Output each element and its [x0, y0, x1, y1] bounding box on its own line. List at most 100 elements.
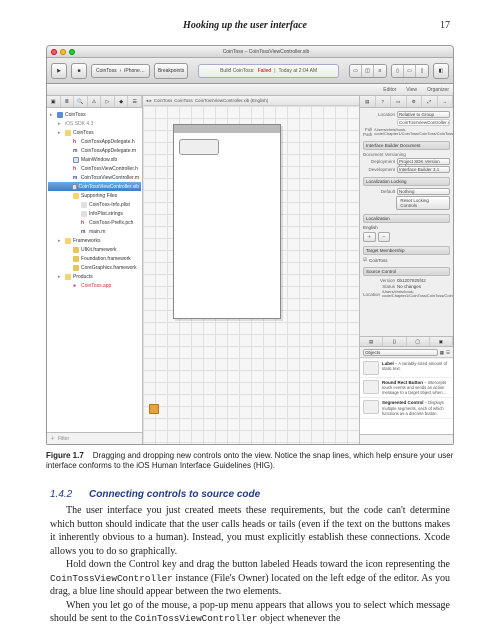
tree-row[interactable]: mCoinTossViewController.m [48, 173, 141, 182]
deployment-popup[interactable]: Project SDK Version (…) [397, 158, 450, 165]
outer-jumpbar: Editor View Organizer [47, 84, 453, 96]
code-snippets-icon[interactable]: {} [383, 337, 406, 346]
project-tree[interactable]: ▸CoinToss▸iOS SDK 4.3▸CoinTosshCoinTossA… [47, 108, 142, 432]
tree-row[interactable]: ▸CoinToss [48, 128, 141, 137]
search-nav-icon[interactable]: 🔍 [74, 96, 88, 107]
tree-row[interactable]: Supporting Files [48, 191, 141, 200]
tree-row[interactable]: Foundation.framework [48, 254, 141, 263]
scheme-selector[interactable]: CoinToss › iPhone… [91, 64, 150, 78]
library-item[interactable]: Segmented Control – Displays multiple se… [360, 398, 453, 418]
organizer-label: Organizer [427, 87, 449, 93]
disclosure-icon[interactable]: ▸ [58, 121, 63, 127]
size-inspector-icon[interactable]: ⤢ [422, 96, 438, 107]
impl-file-icon: m [73, 175, 79, 181]
library-list[interactable]: Label – A variably sized amount of stati… [360, 359, 453, 434]
tree-row[interactable]: ▸Frameworks [48, 236, 141, 245]
library-list-icon[interactable]: ☰ [446, 350, 450, 356]
library-tabs[interactable]: ▤ {} ◯ ▣ [360, 337, 453, 347]
tree-row[interactable]: CoinTossViewController.xib [48, 182, 141, 191]
navigator-filter[interactable]: ＋ Filter [47, 432, 142, 444]
body-text: The user interface you just created meet… [0, 504, 500, 626]
dragged-button-control[interactable] [179, 139, 219, 155]
jump-bar[interactable]: ◂ ▸ CoinToss CoinToss CoinTossViewContro… [143, 96, 359, 106]
tree-row[interactable]: ▸CoinToss [48, 110, 141, 119]
issue-nav-icon[interactable]: ⚠ [88, 96, 102, 107]
library-scope-popup[interactable]: Objects [363, 349, 438, 356]
view-segmented[interactable]: ▯ ▭ ▯ [391, 64, 429, 78]
tree-row[interactable]: ▸iOS SDK 4.3 [48, 119, 141, 128]
localization-row[interactable]: English [363, 225, 450, 230]
version-editor-icon[interactable]: ≡ [374, 65, 386, 77]
tree-row[interactable]: CoreGraphics.framework [48, 263, 141, 272]
disclosure-icon[interactable]: ▸ [58, 274, 63, 280]
quickhelp-inspector-icon[interactable]: ? [376, 96, 392, 107]
target-row[interactable]: ☑CoinToss [363, 257, 450, 263]
file-templates-icon[interactable]: ▤ [360, 337, 383, 346]
stop-button[interactable] [71, 63, 87, 79]
crumb-file[interactable]: CoinTossViewController.xib (English) [195, 98, 268, 103]
library-item[interactable]: Round Rect Button – Intercepts touch eve… [360, 378, 453, 398]
library-filter[interactable] [360, 434, 453, 444]
attributes-inspector-icon[interactable]: ⚙ [407, 96, 423, 107]
disclosure-icon[interactable]: ▸ [50, 112, 55, 118]
organizer-button[interactable]: ◧ [433, 63, 449, 79]
project-nav-icon[interactable]: ▣ [47, 96, 61, 107]
standard-editor-icon[interactable]: ▭ [350, 65, 362, 77]
tree-row[interactable]: mCoinTossAppDelegate.m [48, 146, 141, 155]
tree-row[interactable]: ▸Products [48, 272, 141, 281]
object-placeholder-icon[interactable] [149, 404, 159, 414]
file-inspector-icon[interactable]: ▤ [360, 96, 376, 107]
remove-localization-button[interactable]: － [378, 232, 391, 242]
figure-caption-text: Dragging and dropping new controls onto … [46, 451, 453, 470]
tree-label: CoinTossViewController.xib [79, 184, 140, 190]
media-library-icon[interactable]: ▣ [430, 337, 453, 346]
disclosure-icon[interactable]: ▸ [58, 130, 63, 136]
identity-inspector-icon[interactable]: ▭ [391, 96, 407, 107]
ib-canvas[interactable] [143, 106, 359, 444]
assistant-editor-icon[interactable]: ◫ [362, 65, 374, 77]
traffic-lights[interactable] [51, 49, 75, 55]
library-grid-icon[interactable]: ▦ [440, 350, 444, 356]
add-icon[interactable]: ＋ [50, 435, 55, 442]
connections-inspector-icon[interactable]: → [438, 96, 454, 107]
crumb-group[interactable]: CoinToss [174, 98, 193, 103]
objects-library-icon[interactable]: ◯ [407, 337, 430, 346]
tree-row[interactable]: mmain.m [48, 227, 141, 236]
tree-row[interactable]: hCoinTossViewController.h [48, 164, 141, 173]
tree-row[interactable]: UIKit.framework [48, 245, 141, 254]
toggle-debug-icon[interactable]: ▭ [404, 65, 416, 77]
zoom-icon[interactable] [69, 49, 75, 55]
log-nav-icon[interactable]: ☰ [128, 96, 142, 107]
header-file-icon: h [73, 139, 79, 145]
crumb-project[interactable]: CoinToss [154, 98, 173, 103]
toggle-navigator-icon[interactable]: ▯ [392, 65, 404, 77]
library-item[interactable]: Label – A variably sized amount of stati… [360, 359, 453, 378]
breakpoints-button[interactable]: Breakpoints [154, 63, 188, 79]
breakpoint-nav-icon[interactable]: ◆ [115, 96, 129, 107]
debug-nav-icon[interactable]: ▷ [101, 96, 115, 107]
disclosure-icon[interactable]: ▸ [58, 238, 63, 244]
ib-view[interactable] [173, 124, 281, 319]
fw-icon [73, 265, 79, 271]
inspector-tabs[interactable]: ▤ ? ▭ ⚙ ⤢ → [360, 96, 453, 108]
tree-row[interactable]: hCoinTossAppDelegate.h [48, 137, 141, 146]
editor-segmented[interactable]: ▭ ◫ ≡ [349, 64, 387, 78]
run-button[interactable] [51, 63, 67, 79]
location-popup[interactable]: Relative to Group [397, 111, 450, 118]
tree-row[interactable]: InfoPlist.strings [48, 209, 141, 218]
add-localization-button[interactable]: ＋ [363, 232, 376, 242]
file-name-field[interactable]: CoinTossViewController.xib [397, 119, 450, 126]
reset-locking-button[interactable]: Reset Locking Controls [396, 196, 450, 210]
default-popup[interactable]: Nothing [397, 188, 450, 195]
symbol-nav-icon[interactable]: ≣ [61, 96, 75, 107]
localization-header: Localization [363, 214, 450, 223]
navigator-tabs[interactable]: ▣ ≣ 🔍 ⚠ ▷ ◆ ☰ [47, 96, 142, 108]
tree-row[interactable]: CoinToss-Info.plist [48, 200, 141, 209]
tree-row[interactable]: MainWindow.xib [48, 155, 141, 164]
development-popup[interactable]: Interface Builder 3.1 [397, 166, 450, 173]
close-icon[interactable] [51, 49, 57, 55]
tree-row[interactable]: ●CoinToss.app [48, 281, 141, 290]
toggle-utilities-icon[interactable]: ▯ [416, 65, 428, 77]
minimize-icon[interactable] [60, 49, 66, 55]
tree-row[interactable]: hCoinToss-Prefix.pch [48, 218, 141, 227]
